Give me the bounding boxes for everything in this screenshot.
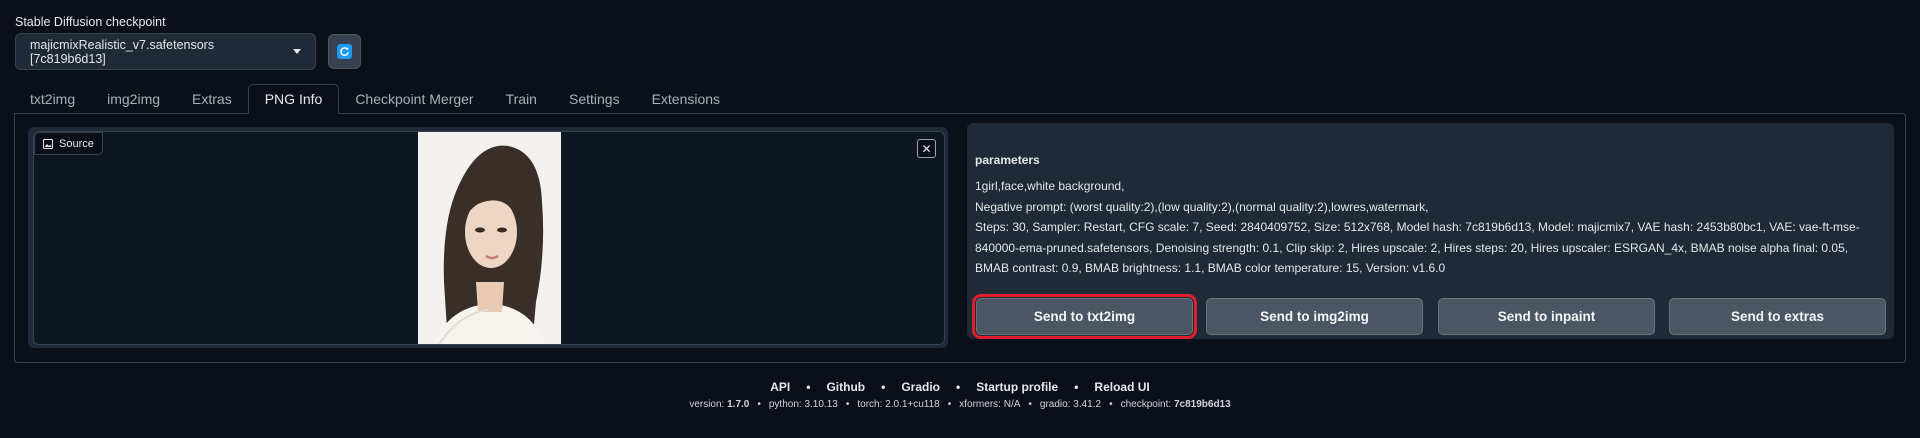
parameters-settings: Steps: 30, Sampler: Restart, CFG scale: …: [975, 220, 1860, 275]
footer-separator: •: [881, 380, 886, 394]
footer-link-startup-profile[interactable]: Startup profile: [976, 380, 1058, 394]
parameters-text: 1girl,face,white background, Negative pr…: [975, 176, 1885, 279]
parameters-prompt: 1girl,face,white background,: [975, 179, 1125, 193]
parameters-negative-prompt: Negative prompt: (worst quality:2),(low …: [975, 199, 1429, 214]
chevron-down-icon: [293, 49, 301, 54]
refresh-icon: [337, 44, 352, 59]
footer-link-github[interactable]: Github: [826, 380, 865, 394]
checkpoint-selected-value: majicmixRealistic_v7.safetensors [7c819b…: [30, 37, 215, 66]
image-icon: [43, 138, 53, 149]
footer-separator: •: [806, 380, 811, 394]
source-label: Source: [59, 137, 94, 150]
send-to-inpaint-button[interactable]: Send to inpaint: [1438, 298, 1655, 335]
tab-img2img[interactable]: img2img: [91, 84, 176, 114]
xformers-info: xformers: N/A: [959, 399, 1021, 410]
tab-extras[interactable]: Extras: [176, 84, 248, 114]
python-info: python: 3.10.13: [768, 399, 838, 410]
footer-separator: •: [1074, 380, 1079, 394]
source-image-dropzone[interactable]: Source ✕: [33, 131, 945, 345]
send-to-img2img-button[interactable]: Send to img2img: [1206, 298, 1423, 335]
tab-txt2img[interactable]: txt2img: [14, 84, 91, 114]
footer-links: API • Github • Gradio • Startup profile …: [0, 380, 1920, 394]
footer-separator: •: [955, 380, 961, 394]
send-to-txt2img-button[interactable]: Send to txt2img: [972, 294, 1197, 339]
uploaded-portrait-image: [418, 132, 561, 344]
version-info: version: 1.7.0: [689, 399, 750, 410]
gradio-info: gradio: 3.41.2: [1039, 399, 1102, 410]
footer-link-api[interactable]: API: [770, 380, 790, 394]
tab-png-info[interactable]: PNG Info: [247, 84, 340, 114]
tab-checkpoint-merger[interactable]: Checkpoint Merger: [339, 84, 489, 114]
footer-separator: •: [845, 399, 850, 410]
parameters-title: parameters: [975, 153, 1040, 167]
footer-separator: •: [1028, 399, 1032, 410]
refresh-checkpoint-button[interactable]: [328, 34, 361, 69]
checkpoint-dropdown[interactable]: majicmixRealistic_v7.safetensors [7c819b…: [15, 33, 316, 70]
source-label-tag: Source: [34, 132, 103, 155]
main-tabs: txt2img img2img Extras PNG Info Checkpoi…: [14, 84, 736, 114]
send-to-extras-button[interactable]: Send to extras: [1669, 298, 1886, 335]
tab-settings[interactable]: Settings: [553, 84, 636, 114]
footer-separator: •: [947, 399, 952, 410]
checkpoint-label: Stable Diffusion checkpoint: [15, 15, 166, 29]
footer-link-gradio[interactable]: Gradio: [901, 380, 940, 394]
footer-link-reload-ui[interactable]: Reload UI: [1094, 380, 1149, 394]
checkpoint-info: checkpoint: 7c819b6d13: [1120, 399, 1231, 410]
tab-train[interactable]: Train: [490, 84, 553, 114]
footer-versions: version: 1.7.0 • python: 3.10.13 • torch…: [0, 399, 1920, 410]
footer-separator: •: [757, 399, 761, 410]
tab-extensions[interactable]: Extensions: [636, 84, 736, 114]
torch-info: torch: 2.0.1+cu118: [857, 399, 940, 410]
close-icon[interactable]: ✕: [917, 139, 936, 158]
footer-separator: •: [1109, 399, 1113, 410]
